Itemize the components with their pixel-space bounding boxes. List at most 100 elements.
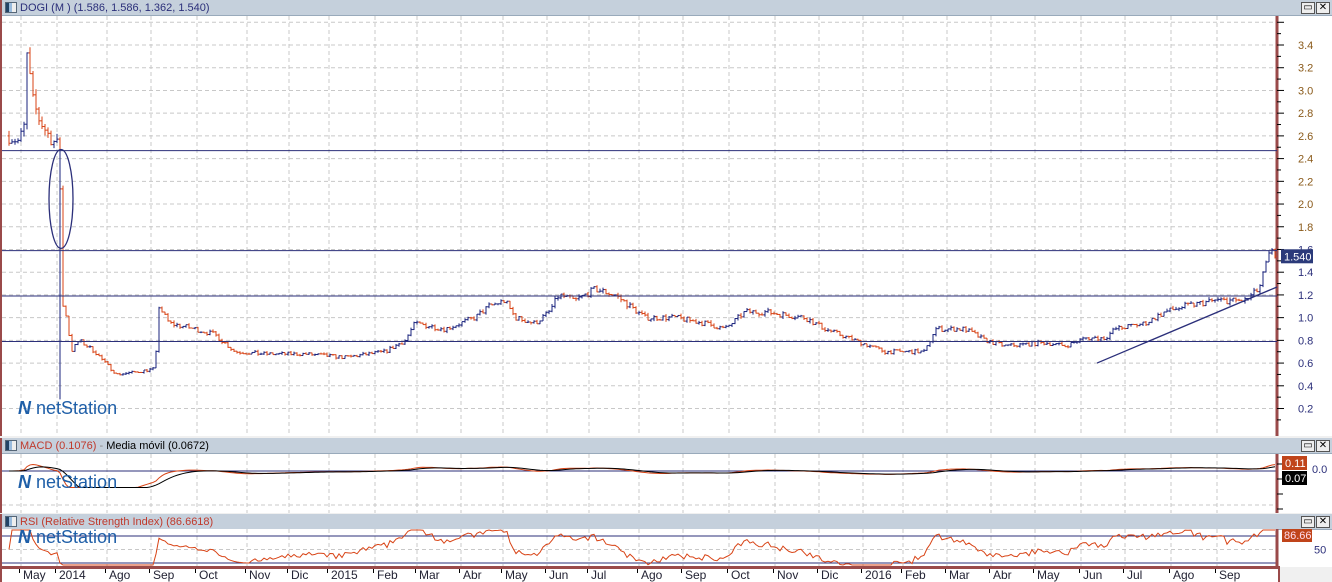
- chart-icon: [5, 440, 17, 451]
- netstation-logo: N netStation: [18, 398, 118, 418]
- x-tick-label: Abr: [463, 568, 482, 582]
- y-tick-label: 3.4: [1298, 40, 1313, 52]
- y-tick-label: 2.8: [1298, 108, 1313, 120]
- maximize-button[interactable]: ▭: [1301, 2, 1315, 14]
- x-tick-label: Ago: [109, 568, 131, 582]
- macd-pane-header: MACD (0.1076) - Media móvil (0.0672) ▭ ✕: [2, 438, 1332, 454]
- x-tick: [105, 569, 106, 573]
- maximize-button[interactable]: ▭: [1301, 440, 1315, 452]
- y-tick-label: 1.0: [1298, 313, 1313, 325]
- close-button[interactable]: ✕: [1316, 440, 1330, 452]
- x-tick-label: Ago: [641, 568, 663, 582]
- x-tick-label: Nov: [249, 568, 271, 582]
- price-pane-header: DOGI (M ) (1.586, 1.586, 1.362, 1.540) ▭…: [2, 0, 1332, 16]
- x-tick-label: Jul: [591, 568, 607, 582]
- rsi-pane-header: RSI (Relative Strength Index) (86.6618) …: [2, 514, 1332, 530]
- x-tick-label: 2016: [865, 568, 892, 582]
- x-tick-label: May: [505, 568, 528, 582]
- x-tick: [1169, 569, 1170, 573]
- y-tick-label: 1.2: [1298, 290, 1313, 302]
- x-tick: [245, 569, 246, 573]
- x-tick: [327, 569, 328, 573]
- y-tick-label: 1.4: [1298, 267, 1313, 279]
- time-axis[interactable]: May 2014 Ago Sep Oct Nov Dic 2015 Feb Mar Abr May Ju…: [0, 566, 1280, 582]
- x-tick: [1215, 569, 1216, 573]
- x-tick-label: Dic: [821, 568, 839, 582]
- zero-label: 0.0: [1312, 464, 1327, 476]
- x-tick-label: Oct: [199, 568, 218, 582]
- close-button[interactable]: ✕: [1316, 2, 1330, 14]
- plot-area: [2, 16, 1277, 434]
- x-tick-label: Feb: [905, 568, 926, 582]
- x-tick-label: Abr: [993, 568, 1012, 582]
- x-tick: [545, 569, 546, 573]
- x-tick-label: Feb: [377, 568, 398, 582]
- macd-value-label: 0.11: [1285, 458, 1306, 470]
- y-tick-label: 3.0: [1298, 85, 1313, 97]
- x-tick-label: 2014: [59, 568, 86, 582]
- y-tick-label: 2.2: [1298, 176, 1313, 188]
- x-tick-label: Sep: [685, 568, 707, 582]
- y-tick-label: 0.6: [1298, 358, 1313, 370]
- y-tick-label: 1.8: [1298, 222, 1313, 234]
- x-tick: [861, 569, 862, 573]
- x-tick: [681, 569, 682, 573]
- chart-icon: [5, 2, 17, 13]
- ma-value-label: 0.07: [1285, 473, 1306, 485]
- y-tick-label: 2.6: [1298, 131, 1313, 143]
- x-tick-label: Mar: [949, 568, 970, 582]
- x-tick-label: May: [1037, 568, 1060, 582]
- x-tick: [945, 569, 946, 573]
- x-tick: [1079, 569, 1080, 573]
- x-tick: [587, 569, 588, 573]
- last-price-label: 1.540: [1284, 251, 1312, 263]
- x-tick: [1033, 569, 1034, 573]
- macd-ma-title: Media móvil (0.0672): [106, 440, 209, 452]
- x-tick: [55, 569, 56, 573]
- x-tick: [727, 569, 728, 573]
- chart-icon: [5, 516, 17, 527]
- x-tick: [459, 569, 460, 573]
- x-tick-label: Dic: [291, 568, 309, 582]
- price-chart[interactable]: 3.43.23.02.82.62.42.22.01.81.61.41.21.00…: [2, 16, 1332, 436]
- x-tick: [637, 569, 638, 573]
- x-tick-label: Jul: [1127, 568, 1143, 582]
- x-tick: [989, 569, 990, 573]
- rsi-value-label: 86.66: [1284, 530, 1312, 542]
- x-tick-label: Oct: [731, 568, 750, 582]
- price-pane: DOGI (M ) (1.586, 1.586, 1.362, 1.540) ▭…: [0, 0, 1332, 436]
- x-tick: [287, 569, 288, 573]
- netstation-logo: N netStation: [18, 472, 118, 492]
- maximize-button[interactable]: ▭: [1301, 516, 1315, 528]
- macd-chart[interactable]: 0.11 0.07 0.0: [2, 454, 1332, 513]
- macd-title: MACD (0.1076): [20, 440, 97, 452]
- rsi-mid-label: 50: [1314, 545, 1326, 557]
- x-tick: [149, 569, 150, 573]
- close-button[interactable]: ✕: [1316, 516, 1330, 528]
- x-tick: [195, 569, 196, 573]
- x-tick: [817, 569, 818, 573]
- x-tick-label: Ago: [1173, 568, 1195, 582]
- x-tick-label: Sep: [153, 568, 175, 582]
- x-tick-label: Sep: [1219, 568, 1241, 582]
- y-tick-label: 0.2: [1298, 404, 1313, 416]
- macd-pane: MACD (0.1076) - Media móvil (0.0672) ▭ ✕ …: [0, 438, 1332, 513]
- x-tick-label: Jun: [1083, 568, 1103, 582]
- x-tick: [373, 569, 374, 573]
- x-tick: [1123, 569, 1124, 573]
- x-tick-label: Nov: [777, 568, 799, 582]
- x-tick: [415, 569, 416, 573]
- rsi-pane: RSI (Relative Strength Index) (86.6618) …: [0, 514, 1332, 567]
- y-tick-label: 3.2: [1298, 63, 1313, 75]
- y-tick-label: 0.4: [1298, 381, 1313, 393]
- x-tick: [901, 569, 902, 573]
- x-tick-label: Mar: [419, 568, 440, 582]
- rsi-chart[interactable]: 86.6650: [2, 529, 1332, 566]
- y-tick-label: 2.4: [1298, 154, 1313, 166]
- x-tick: [773, 569, 774, 573]
- y-tick-label: 0.8: [1298, 335, 1313, 347]
- x-tick: [19, 569, 20, 573]
- x-tick-label: May: [23, 568, 46, 582]
- x-tick-label: Jun: [549, 568, 569, 582]
- x-tick: [501, 569, 502, 573]
